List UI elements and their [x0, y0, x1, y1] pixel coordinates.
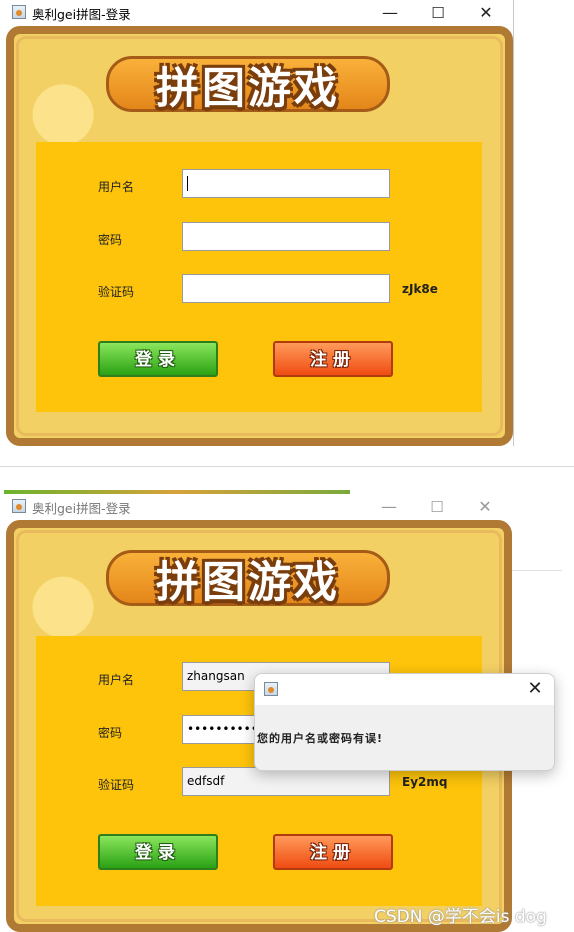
captcha-input[interactable]: [182, 274, 390, 303]
login-window-1: 奥利gei拼图-登录 — ☐ ✕ 拼图游戏 用户名 密码 验证码 zJk8e 登…: [2, 0, 514, 446]
password-input[interactable]: [182, 222, 390, 251]
java-app-icon: [12, 499, 26, 513]
register-button[interactable]: 注册: [273, 834, 393, 870]
banner-title: 拼图游戏: [156, 64, 340, 114]
close-button[interactable]: ✕: [463, 0, 509, 26]
login-button[interactable]: 登录: [98, 834, 218, 870]
banner-title: 拼图游戏: [156, 558, 340, 608]
captcha-value: edfsdf: [187, 774, 225, 788]
java-app-icon: [12, 5, 26, 19]
close-button[interactable]: ✕: [462, 494, 508, 520]
password-label: 密码: [98, 233, 123, 247]
watermark: CSDN @学不会is dog: [374, 907, 547, 927]
java-app-icon: [264, 682, 278, 696]
captcha-code[interactable]: zJk8e: [402, 282, 438, 296]
username-value: zhangsan: [187, 669, 245, 683]
captcha-label: 验证码: [98, 778, 135, 792]
separator-line: [0, 466, 574, 467]
dialog-close-button[interactable]: ✕: [524, 677, 546, 701]
window-title: 奥利gei拼图-登录: [32, 7, 131, 22]
title-bar[interactable]: 奥利gei拼图-登录 — ☐ ✕: [2, 0, 513, 26]
login-form-panel: 用户名 密码 验证码 zJk8e 登录 注册: [36, 142, 482, 412]
game-board-background: 拼图游戏 用户名 密码 验证码 zJk8e 登录 注册: [6, 26, 513, 446]
username-label: 用户名: [98, 673, 135, 687]
maximize-button[interactable]: ☐: [415, 0, 461, 26]
dialog-title-bar[interactable]: ✕: [255, 674, 554, 705]
minimize-button[interactable]: —: [367, 0, 413, 26]
captcha-code[interactable]: Ey2mq: [402, 775, 447, 789]
maximize-button[interactable]: ☐: [414, 494, 460, 520]
captcha-input[interactable]: edfsdf: [182, 767, 390, 796]
background-line: [512, 570, 562, 571]
game-banner: 拼图游戏: [106, 536, 390, 618]
error-dialog: ✕ 您的用户名或密码有误!: [254, 673, 555, 771]
minimize-button[interactable]: —: [366, 494, 412, 520]
login-button[interactable]: 登录: [98, 341, 218, 377]
password-label: 密码: [98, 726, 123, 740]
username-input[interactable]: [182, 169, 390, 198]
text-cursor: [187, 176, 188, 191]
dialog-message: 您的用户名或密码有误!: [257, 732, 384, 745]
register-button[interactable]: 注册: [273, 341, 393, 377]
title-bar[interactable]: 奥利gei拼图-登录 — ☐ ✕: [2, 494, 512, 520]
captcha-label: 验证码: [98, 285, 135, 299]
password-value: ••••••••••: [187, 722, 258, 736]
username-label: 用户名: [98, 180, 135, 194]
game-banner: 拼图游戏: [106, 42, 390, 124]
window-title: 奥利gei拼图-登录: [32, 501, 131, 516]
